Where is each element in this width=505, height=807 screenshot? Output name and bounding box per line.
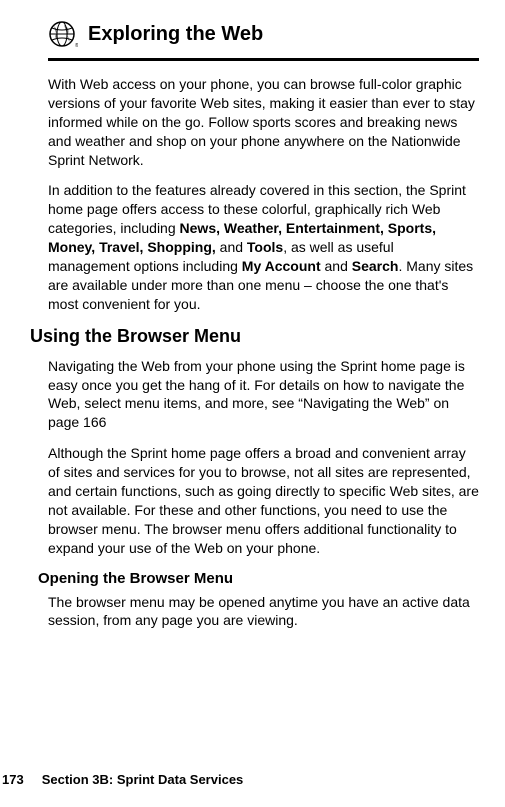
section1-paragraph-2: Although the Sprint home page offers a b… (48, 444, 479, 557)
text-run: and (216, 239, 247, 255)
bold-run: Tools (247, 239, 283, 255)
page-title: Exploring the Web (88, 23, 263, 46)
section-label: Section 3B: Sprint Data Services (42, 772, 244, 787)
section-heading-browser-menu: Using the Browser Menu (30, 326, 479, 347)
section1-paragraph-1: Navigating the Web from your phone using… (48, 357, 479, 433)
svg-text:®: ® (75, 42, 78, 48)
intro-paragraph-1: With Web access on your phone, you can b… (48, 75, 479, 169)
page: ® Exploring the Web With Web access on y… (0, 0, 505, 807)
bold-run: Search (352, 258, 399, 274)
page-number: 173 (2, 772, 24, 787)
page-header: ® Exploring the Web (48, 20, 479, 58)
section2-paragraph-1: The browser menu may be opened anytime y… (48, 593, 479, 631)
header-rule (48, 58, 479, 61)
intro-paragraph-2: In addition to the features already cove… (48, 181, 479, 313)
page-footer: 173 Section 3B: Sprint Data Services (2, 772, 243, 787)
globe-icon: ® (48, 20, 78, 48)
text-run: and (321, 258, 352, 274)
section-heading-opening-browser: Opening the Browser Menu (38, 570, 479, 587)
bold-run: My Account (242, 258, 321, 274)
